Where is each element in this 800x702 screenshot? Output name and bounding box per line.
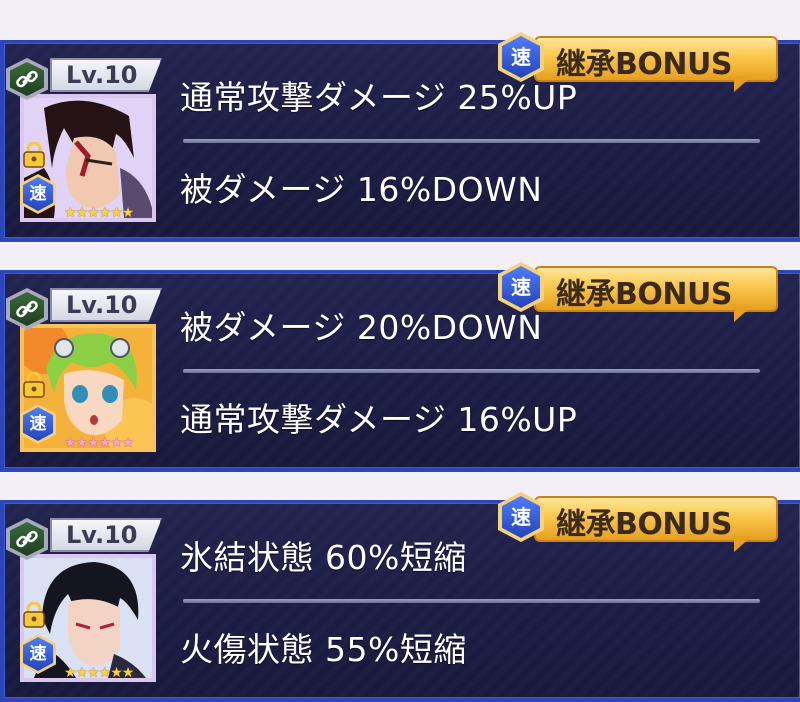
inheritance-card-3[interactable]: Lv.10 速 ★★★★★★ 氷結状態 60%短縮 火傷状態 55%短縮 速 継… <box>0 460 800 702</box>
lock-icon <box>22 601 46 628</box>
level-label: Lv.10 <box>50 518 162 552</box>
inheritance-card-2[interactable]: Lv.10 速 ★★★★★★ 被ダメージ 20%DOWN 通常攻撃ダメージ 16… <box>0 230 800 472</box>
skill-effect-secondary: 通常攻撃ダメージ 16%UP <box>180 400 578 439</box>
skill-effect-primary: 氷結状態 60%短縮 <box>180 538 467 577</box>
inheritance-bonus-badge: 速 継承BONUS <box>498 30 780 92</box>
character-avatar[interactable]: Lv.10 速 ★★★★★★ <box>6 288 162 453</box>
skill-effect-secondary: 火傷状態 55%短縮 <box>180 630 467 669</box>
bonus-tail <box>734 76 752 92</box>
divider <box>183 369 760 373</box>
skill-effect-secondary: 被ダメージ 16%DOWN <box>180 170 543 209</box>
level-label: Lv.10 <box>50 288 162 322</box>
inheritance-bonus-badge: 速 継承BONUS <box>498 260 780 322</box>
bonus-label: 継承BONUS <box>556 507 732 542</box>
lock-icon <box>22 141 46 168</box>
rarity-stars: ★★★★★★ <box>64 205 134 221</box>
bonus-tail <box>734 536 752 552</box>
rarity-stars: ★★★★★★ <box>64 665 134 681</box>
bonus-label: 継承BONUS <box>556 277 732 312</box>
rarity-stars: ★★★★★★ <box>64 435 134 451</box>
lock-icon <box>22 371 46 398</box>
character-avatar[interactable]: Lv.10 速 ★★★★★★ <box>6 518 162 683</box>
inheritance-bonus-badge: 速 継承BONUS <box>498 490 780 552</box>
divider <box>183 599 760 603</box>
character-avatar[interactable]: Lv.10 速 ★★★★★★ <box>6 58 162 223</box>
inheritance-card-1[interactable]: Lv.10 速 ★★★★★★ 通常攻撃ダメージ 25%UP 被ダメージ 16%D… <box>0 0 800 242</box>
level-label: Lv.10 <box>50 58 162 92</box>
skill-effect-primary: 被ダメージ 20%DOWN <box>180 308 543 347</box>
divider <box>183 139 760 143</box>
bonus-label: 継承BONUS <box>556 47 732 82</box>
bonus-tail <box>734 306 752 322</box>
